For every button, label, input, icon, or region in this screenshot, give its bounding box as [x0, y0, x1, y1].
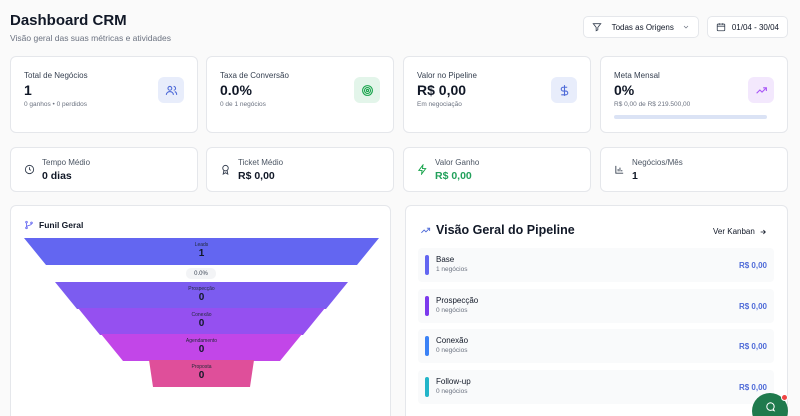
arrow-right-icon: [760, 229, 766, 234]
pipeline-stage-count: 0 negócios: [436, 307, 468, 314]
pipeline-row-follow-up[interactable]: Follow-up 0 negócios R$ 0,00: [418, 370, 774, 404]
pipeline-stage-value: R$ 0,00: [738, 342, 767, 351]
filter-icon: [591, 23, 602, 32]
stat-value: R$ 0,00: [238, 170, 275, 182]
pipeline-stage-name: Follow-up: [436, 377, 471, 386]
kpi-card-conversion-rate: Taxa de Conversão 0.0% 0 de 1 negócios: [206, 56, 394, 133]
stage-color-bar: [425, 336, 429, 356]
pipeline-stage-name: Base: [436, 255, 455, 264]
stat-value: R$ 0,00: [435, 170, 472, 182]
date-range-button[interactable]: 01/04 - 30/04: [706, 16, 788, 38]
funnel-stage-value: 0: [198, 370, 205, 381]
pipeline-row-conexao[interactable]: Conexão 0 negócios R$ 0,00: [418, 329, 774, 363]
page-header: Dashboard CRM Visão geral das suas métri…: [10, 12, 171, 43]
dollar-icon: [551, 77, 577, 103]
page-title: Dashboard CRM: [10, 12, 127, 29]
funnel-stage-value: 0: [198, 344, 205, 355]
stat-value: 1: [632, 170, 638, 182]
pipeline-stage-value: R$ 0,00: [738, 383, 767, 392]
zap-icon: [417, 164, 427, 175]
clock-icon: [24, 164, 35, 175]
stage-color-bar: [425, 296, 429, 316]
kpi-value: 1: [24, 82, 32, 98]
award-icon: [222, 164, 229, 175]
pipeline-stage-value: R$ 0,00: [738, 302, 767, 311]
trending-up-icon: [748, 77, 774, 103]
funnel-stage-leads[interactable]: Leads 1: [24, 238, 379, 265]
stage-color-bar: [425, 255, 429, 275]
stat-card-average-time: Tempo Médio 0 dias: [10, 147, 198, 192]
stat-card-deals-per-month: Negócios/Mês 1: [600, 147, 788, 192]
git-branch-icon: [25, 220, 33, 230]
kpi-card-monthly-goal: Meta Mensal 0% R$ 0,00 de R$ 219.500,00: [600, 56, 788, 133]
kpi-subtext: R$ 0,00 de R$ 219.500,00: [614, 101, 691, 108]
target-icon: [354, 77, 380, 103]
stat-label: Ticket Médio: [238, 158, 284, 167]
kpi-value: 0.0%: [220, 82, 252, 98]
kpi-value: 0%: [614, 82, 635, 98]
kpi-value: R$ 0,00: [417, 82, 467, 98]
bar-chart-icon: [615, 165, 624, 174]
pipeline-stage-count: 0 negócios: [436, 388, 468, 395]
stat-value: 0 dias: [42, 170, 72, 182]
pipeline-title-text: Visão Geral do Pipeline: [436, 223, 575, 237]
kpi-card-pipeline-value: Valor no Pipeline R$ 0,00 Em negociação: [403, 56, 591, 133]
kpi-label: Valor no Pipeline: [417, 71, 477, 80]
stat-label: Negócios/Mês: [632, 158, 683, 167]
funnel-title: Funil Geral: [24, 220, 83, 230]
stat-label: Tempo Médio: [42, 158, 91, 167]
stage-color-bar: [425, 377, 429, 397]
pipeline-stage-count: 0 negócios: [436, 347, 468, 354]
kpi-subtext: 0 ganhos • 0 perdidos: [24, 101, 87, 108]
conversion-rate-badge: 0.0%: [186, 268, 216, 279]
calendar-icon: [716, 23, 726, 32]
kpi-card-total-deals: Total de Negócios 1 0 ganhos • 0 perdido…: [10, 56, 198, 133]
pipeline-title: Visão Geral do Pipeline: [420, 223, 575, 237]
users-icon: [158, 77, 184, 103]
kpi-subtext: 0 de 1 negócios: [220, 101, 266, 108]
pipeline-stage-name: Conexão: [436, 336, 469, 345]
stat-label: Valor Ganho: [435, 158, 480, 167]
pipeline-stage-name: Prospecção: [436, 296, 479, 305]
goal-progress-bar: [614, 115, 767, 119]
kpi-label: Total de Negócios: [24, 71, 88, 80]
filter-bar: Todas as Origens 01/04 - 30/04: [582, 16, 788, 38]
funnel-stage-agendamento[interactable]: Agendamento 0: [101, 334, 302, 361]
trending-up-icon: [421, 227, 431, 233]
pipeline-row-prospeccao[interactable]: Prospecção 0 negócios R$ 0,00: [418, 289, 774, 323]
funnel-stage-prospeccao[interactable]: Prospecção 0: [55, 282, 348, 309]
funnel-stage-value: 0: [198, 318, 205, 329]
origin-filter-label: Todas as Origens: [611, 22, 674, 32]
stat-card-average-ticket: Ticket Médio R$ 0,00: [206, 147, 394, 192]
kpi-subtext: Em negociação: [417, 101, 462, 108]
chat-bubble-icon: [765, 401, 775, 412]
kpi-label: Meta Mensal: [614, 71, 660, 80]
chevron-down-icon: [683, 25, 689, 29]
funnel-stage-value: 1: [198, 248, 205, 259]
pipeline-row-base[interactable]: Base 1 negócios R$ 0,00: [418, 248, 774, 282]
origin-filter-select[interactable]: Todas as Origens: [582, 16, 699, 38]
funnel-stage-value: 0: [198, 292, 205, 303]
funnel-stage-conexao[interactable]: Conexão 0: [78, 308, 325, 335]
stat-card-won-value: Valor Ganho R$ 0,00: [403, 147, 591, 192]
funnel-title-text: Funil Geral: [39, 220, 84, 230]
pipeline-stage-value: R$ 0,00: [738, 261, 767, 270]
date-range-label: 01/04 - 30/04: [731, 22, 779, 32]
view-kanban-link[interactable]: Ver Kanban: [713, 227, 767, 236]
pipeline-stage-count: 1 negócios: [436, 266, 468, 273]
funnel-stage-proposta[interactable]: Proposta 0: [149, 360, 254, 387]
kpi-label: Taxa de Conversão: [220, 71, 289, 80]
view-kanban-label: Ver Kanban: [713, 227, 755, 236]
notification-dot: [781, 394, 788, 401]
page-subtitle: Visão geral das suas métricas e atividad…: [10, 33, 171, 43]
